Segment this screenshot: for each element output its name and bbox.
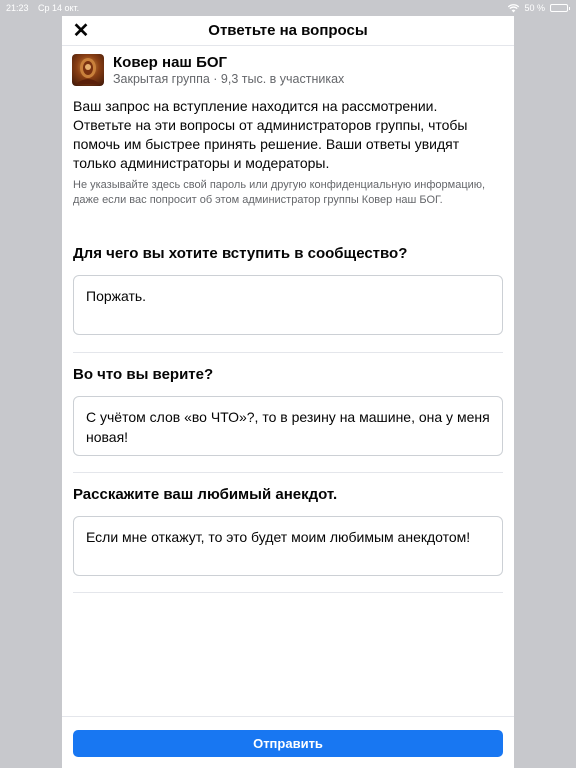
- footer: Отправить: [62, 716, 514, 768]
- status-time: 21:23: [6, 3, 29, 13]
- status-right: 50 %: [508, 3, 570, 13]
- questions-sheet: ✕ Ответьте на вопросы Ковер наш БОГ Закр…: [62, 16, 514, 768]
- divider: [73, 352, 503, 353]
- group-name[interactable]: Ковер наш БОГ: [113, 54, 227, 71]
- group-avatar[interactable]: [72, 54, 104, 86]
- group-avatar-image: [76, 58, 100, 84]
- answer-field-3[interactable]: Если мне откажут, то это будет моим люби…: [73, 516, 503, 576]
- divider: [73, 592, 503, 593]
- group-info: Ковер наш БОГ Закрытая группа · 9,3 тыс.…: [72, 54, 504, 90]
- submit-button[interactable]: Отправить: [73, 730, 503, 757]
- question-2: Во что вы верите?: [73, 366, 214, 383]
- battery-icon: [550, 4, 570, 12]
- status-bar: 21:23 Ср 14 окт. 50 %: [0, 0, 576, 16]
- header: ✕ Ответьте на вопросы: [62, 16, 514, 46]
- question-1: Для чего вы хотите вступить в сообщество…: [73, 245, 408, 262]
- battery-percent: 50 %: [524, 3, 545, 13]
- page-title: Ответьте на вопросы: [208, 22, 368, 39]
- divider: [73, 472, 503, 473]
- question-3: Расскажите ваш любимый анекдот.: [73, 486, 338, 503]
- intro-text: Ваш запрос на вступление находится на ра…: [73, 98, 468, 171]
- wifi-icon: [508, 3, 520, 12]
- answer-field-2[interactable]: С учётом слов «во ЧТО»?, то в резину на …: [73, 396, 503, 456]
- warning-text: Не указывайте здесь свой пароль или друг…: [73, 179, 486, 206]
- group-meta: Закрытая группа · 9,3 тыс. в участниках: [113, 72, 345, 86]
- status-date: Ср 14 окт.: [38, 3, 80, 13]
- answer-field-1[interactable]: Поржать.: [73, 275, 503, 335]
